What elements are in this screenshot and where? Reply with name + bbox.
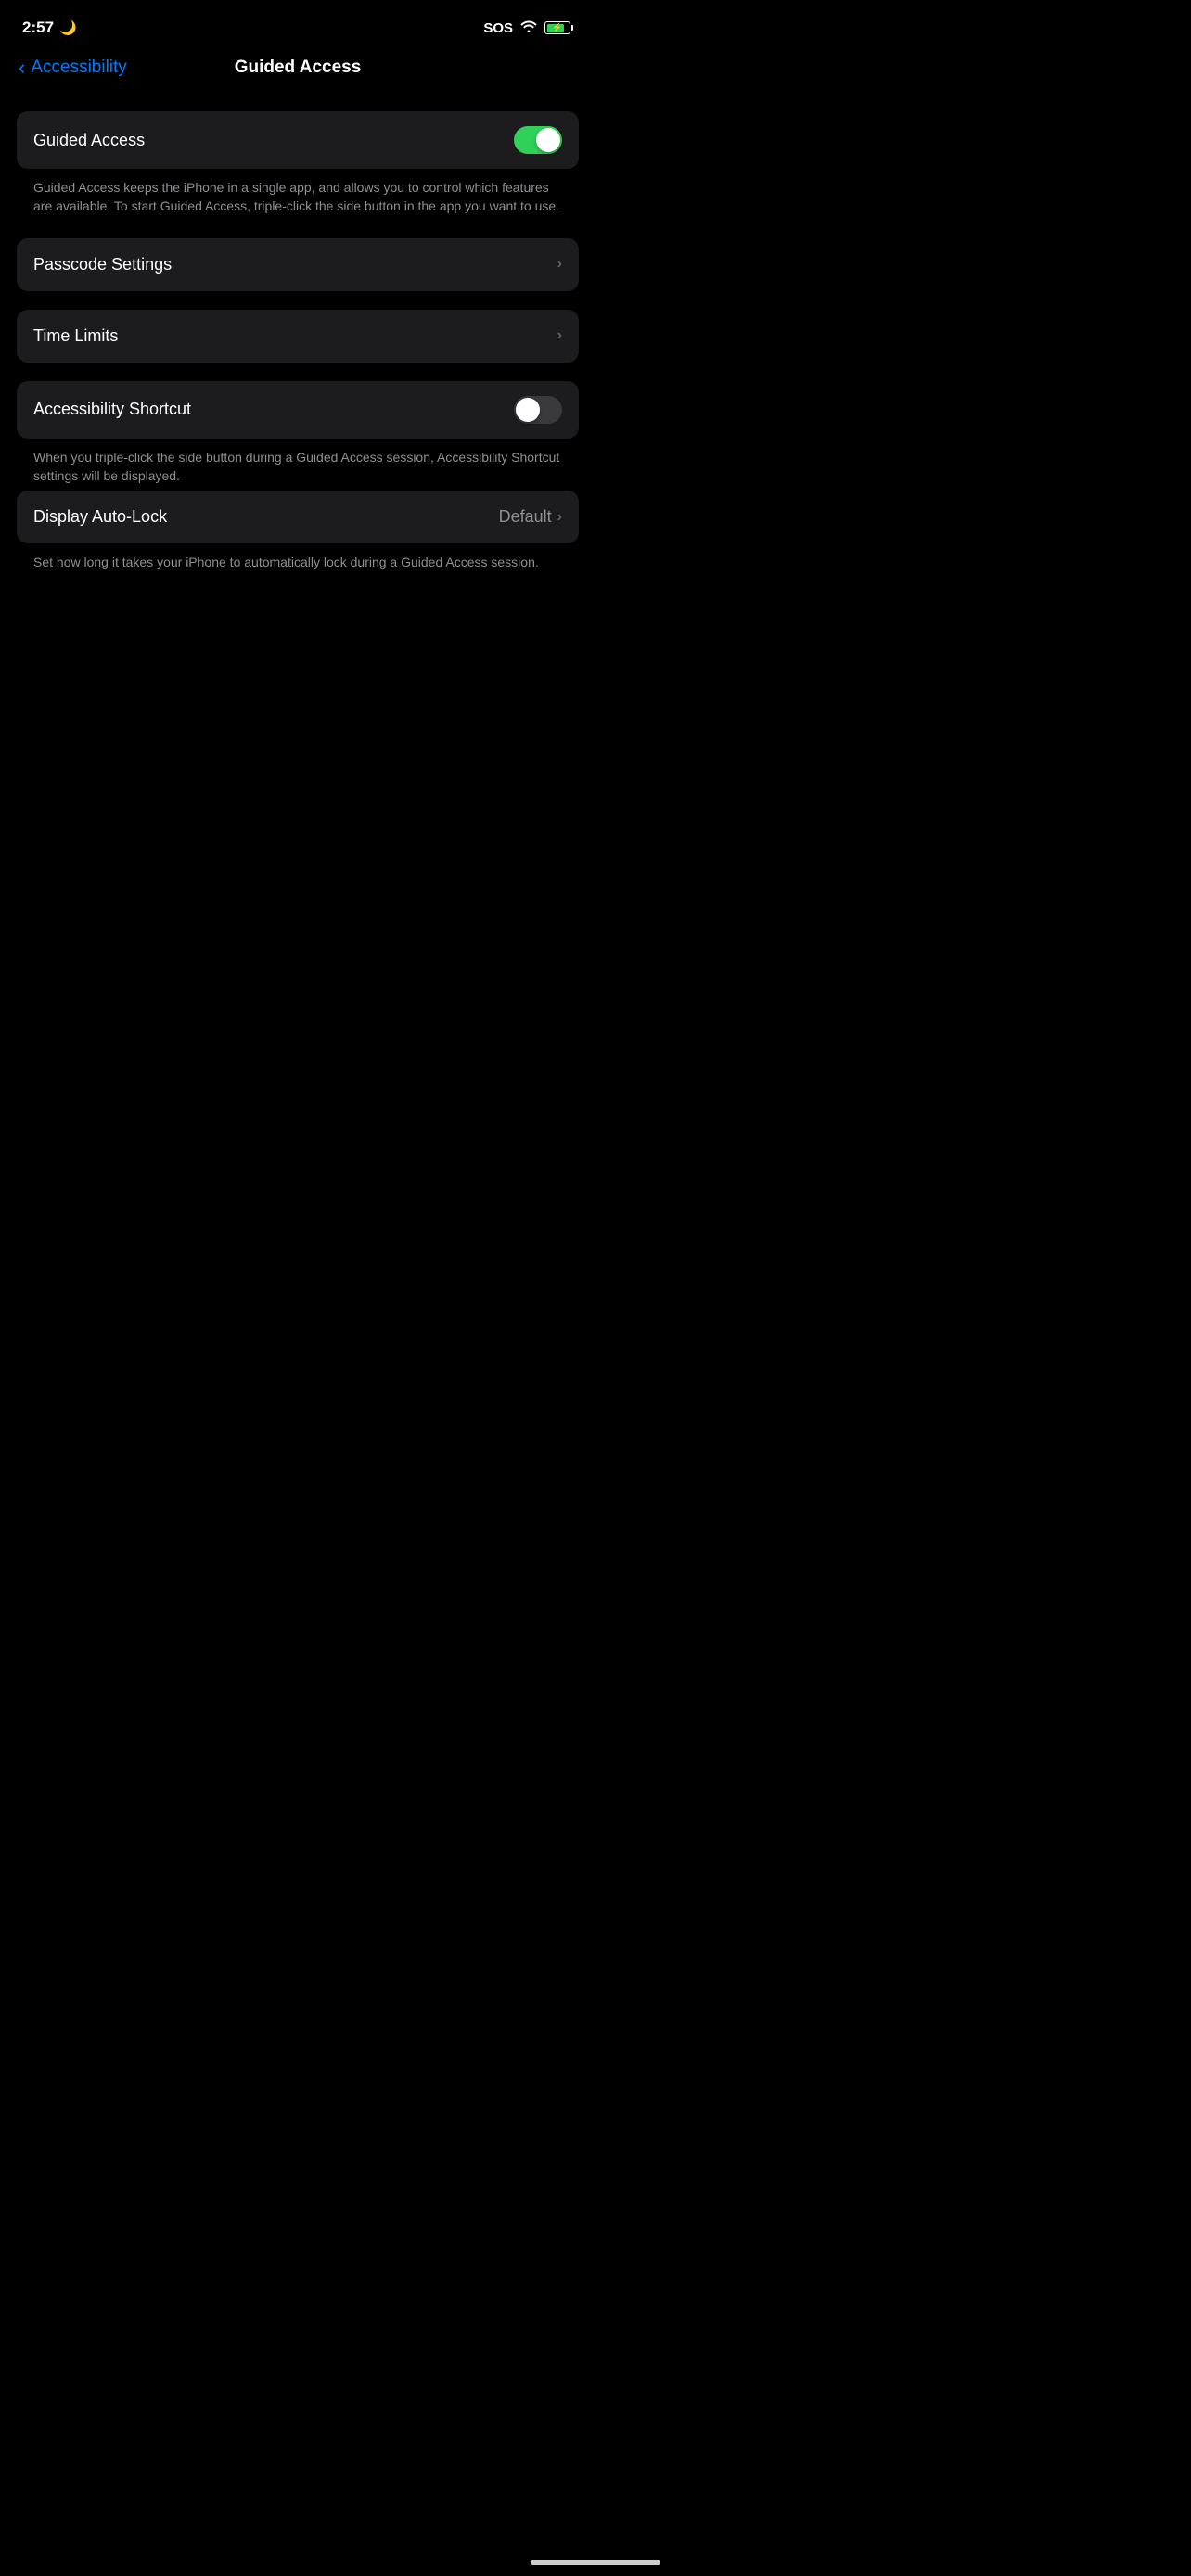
back-button[interactable]: ‹ Accessibility xyxy=(19,57,127,78)
accessibility-shortcut-section: Accessibility Shortcut When you triple-c… xyxy=(17,381,579,576)
content-area: Guided Access Guided Access keeps the iP… xyxy=(0,93,596,631)
wifi-icon xyxy=(520,19,537,36)
passcode-chevron-icon: › xyxy=(557,256,562,273)
display-auto-lock-label: Display Auto-Lock xyxy=(33,507,167,527)
back-label: Accessibility xyxy=(31,57,126,78)
guided-access-section: Guided Access Guided Access keeps the iP… xyxy=(17,111,579,220)
toggle-thumb xyxy=(536,128,560,152)
accessibility-shortcut-description: When you triple-click the side button du… xyxy=(17,439,579,490)
home-indicator xyxy=(531,2560,660,2565)
guided-access-toggle[interactable] xyxy=(514,126,562,154)
passcode-settings-row[interactable]: Passcode Settings › xyxy=(17,238,579,291)
status-bar: 2:57 🌙 SOS ⚡ xyxy=(0,0,596,50)
back-chevron-icon: ‹ xyxy=(19,57,25,78)
page-title: Guided Access xyxy=(235,57,362,78)
guided-access-description: Guided Access keeps the iPhone in a sing… xyxy=(17,169,579,220)
passcode-settings-section: Passcode Settings › xyxy=(17,238,579,291)
accessibility-toggle-thumb xyxy=(516,398,540,422)
time-limits-chevron-icon: › xyxy=(557,327,562,344)
battery-icon: ⚡ xyxy=(544,21,573,34)
status-right: SOS ⚡ xyxy=(483,19,573,36)
time-limits-row[interactable]: Time Limits › xyxy=(17,310,579,363)
display-auto-lock-value: Default xyxy=(499,507,552,527)
display-auto-lock-row[interactable]: Display Auto-Lock Default › xyxy=(17,491,579,543)
guided-access-row[interactable]: Guided Access xyxy=(17,111,579,169)
sos-label: SOS xyxy=(483,20,513,36)
nav-bar: ‹ Accessibility Guided Access xyxy=(0,50,596,93)
auto-lock-chevron-icon: › xyxy=(557,509,562,526)
auto-lock-right: Default › xyxy=(499,507,562,527)
accessibility-shortcut-label: Accessibility Shortcut xyxy=(33,400,191,419)
time-limits-section: Time Limits › xyxy=(17,310,579,363)
moon-icon: 🌙 xyxy=(59,19,77,36)
time-limits-label: Time Limits xyxy=(33,326,118,346)
guided-access-label: Guided Access xyxy=(33,131,145,150)
passcode-settings-label: Passcode Settings xyxy=(33,255,172,274)
status-time: 2:57 🌙 xyxy=(22,19,77,37)
accessibility-shortcut-toggle[interactable] xyxy=(514,396,562,424)
display-auto-lock-description: Set how long it takes your iPhone to aut… xyxy=(17,543,579,575)
time-label: 2:57 xyxy=(22,19,54,37)
accessibility-shortcut-row[interactable]: Accessibility Shortcut xyxy=(17,381,579,439)
